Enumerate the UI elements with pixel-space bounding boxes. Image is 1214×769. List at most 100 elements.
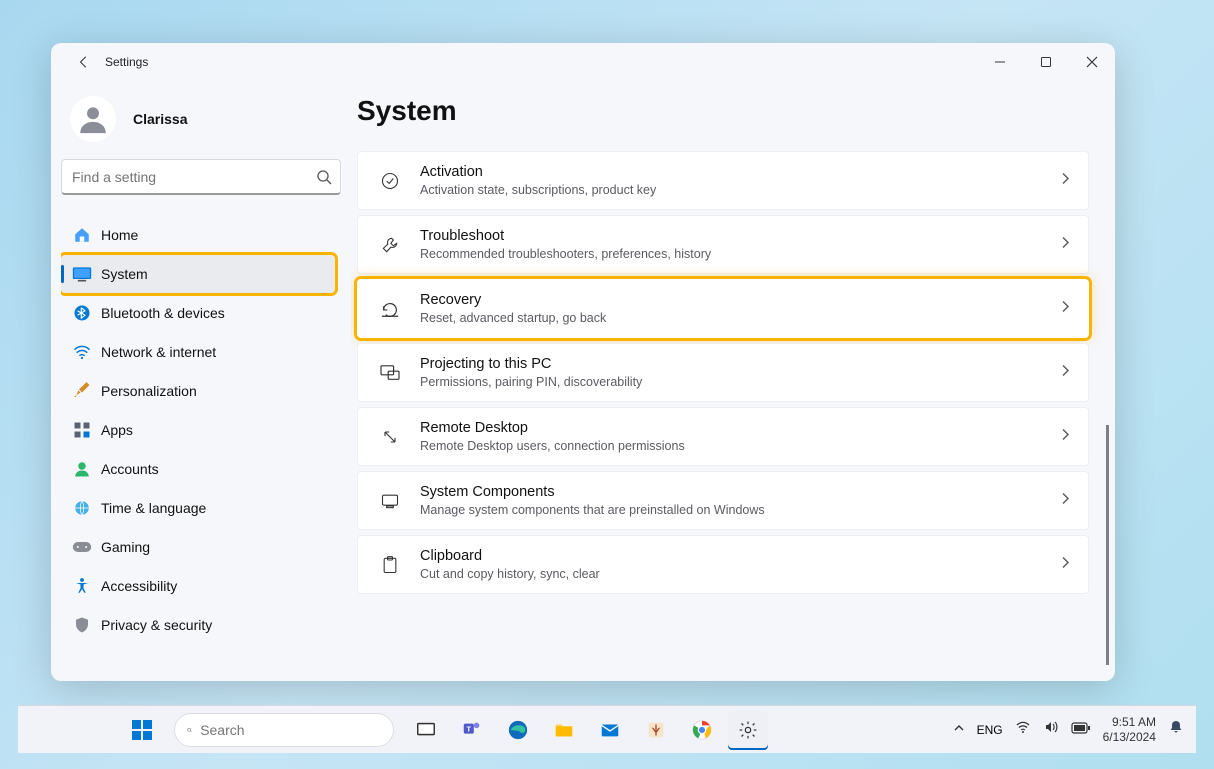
settings-list: Activation Activation state, subscription… (357, 151, 1089, 594)
mail-icon[interactable] (590, 710, 630, 750)
chevron-right-icon (1060, 491, 1070, 510)
sidebar-item-accounts[interactable]: Accounts (61, 450, 335, 488)
nav-list: Home System Bluetooth & devices Network & i… (61, 215, 341, 671)
chevron-right-icon (1060, 427, 1070, 446)
recovery-icon (378, 297, 402, 321)
minimize-button[interactable] (977, 43, 1023, 81)
chevron-right-icon (1060, 555, 1070, 574)
bluetooth-icon (67, 304, 97, 322)
search-icon (316, 169, 332, 185)
sidebar-item-apps[interactable]: Apps (61, 411, 335, 449)
search-input[interactable] (72, 169, 316, 185)
svg-text:T: T (467, 724, 472, 733)
wifi-icon[interactable] (1015, 719, 1031, 740)
sidebar-item-system[interactable]: System (61, 255, 335, 293)
setting-item-subtitle: Reset, advanced startup, go back (420, 311, 1042, 325)
user-name: Clarissa (133, 111, 187, 127)
content-scrollbar-thumb[interactable] (1106, 425, 1109, 665)
network-icon (67, 343, 97, 361)
system-components-icon (378, 489, 402, 513)
sidebar-item-home[interactable]: Home (61, 216, 335, 254)
setting-item-remote-desktop[interactable]: Remote Desktop Remote Desktop users, conn… (357, 407, 1089, 466)
troubleshoot-icon (378, 233, 402, 257)
chevron-right-icon (1060, 171, 1070, 190)
activation-icon (378, 169, 402, 193)
sidebar-item-accessibility[interactable]: Accessibility (61, 567, 335, 605)
page-title: System (357, 95, 1089, 127)
sidebar-item-label: Gaming (101, 539, 150, 555)
edge-icon[interactable] (498, 710, 538, 750)
profile-area[interactable]: Clarissa (61, 87, 341, 159)
teams-icon[interactable]: T (452, 710, 492, 750)
taskbar-search[interactable] (174, 713, 394, 747)
back-button[interactable] (69, 55, 99, 69)
system-icon (67, 266, 97, 282)
accessibility-icon (67, 577, 97, 595)
sidebar-item-label: Privacy & security (101, 617, 212, 633)
personalization-icon (67, 382, 97, 400)
gaming-icon (67, 540, 97, 554)
sidebar-item-label: Apps (101, 422, 133, 438)
avatar (69, 95, 117, 143)
sidebar-item-personalization[interactable]: Personalization (61, 372, 335, 410)
setting-item-subtitle: Activation state, subscriptions, product… (420, 183, 1042, 197)
setting-item-subtitle: Permissions, pairing PIN, discoverabilit… (420, 375, 1042, 389)
file-explorer-icon[interactable] (544, 710, 584, 750)
clock[interactable]: 9:51 AM 6/13/2024 (1103, 715, 1156, 744)
chevron-right-icon (1060, 363, 1070, 382)
chevron-right-icon (1060, 299, 1070, 318)
privacy-security-icon (67, 616, 97, 634)
task-view-icon[interactable] (406, 710, 446, 750)
taskbar: T ENG (18, 705, 1196, 753)
window-title: Settings (105, 55, 148, 69)
setting-item-recovery[interactable]: Recovery Reset, advanced startup, go back (357, 279, 1089, 338)
setting-item-title: Remote Desktop (420, 420, 1042, 436)
pinned-app-icon[interactable] (636, 710, 676, 750)
settings-taskbar-icon[interactable] (728, 710, 768, 750)
close-button[interactable] (1069, 43, 1115, 81)
setting-item-title: Activation (420, 164, 1042, 180)
search-icon (187, 722, 192, 738)
setting-item-subtitle: Recommended troubleshooters, preferences… (420, 247, 1042, 261)
sidebar-item-label: Home (101, 227, 138, 243)
chevron-right-icon (1060, 235, 1070, 254)
date: 6/13/2024 (1103, 730, 1156, 744)
setting-item-title: System Components (420, 484, 1042, 500)
start-button[interactable] (122, 710, 162, 750)
sidebar-item-label: Time & language (101, 500, 206, 516)
notifications-icon[interactable] (1168, 719, 1184, 740)
taskbar-search-input[interactable] (200, 722, 381, 738)
search-box[interactable] (61, 159, 341, 195)
setting-item-activation[interactable]: Activation Activation state, subscription… (357, 151, 1089, 210)
sidebar-item-label: System (101, 266, 148, 282)
sidebar-item-label: Network & internet (101, 344, 216, 360)
sidebar-item-bluetooth[interactable]: Bluetooth & devices (61, 294, 335, 332)
tray-chevron-icon[interactable] (953, 721, 965, 739)
clipboard-icon (378, 553, 402, 577)
sidebar-item-time-language[interactable]: Time & language (61, 489, 335, 527)
language-indicator[interactable]: ENG (977, 723, 1003, 737)
sidebar-item-privacy-security[interactable]: Privacy & security (61, 606, 335, 644)
setting-item-title: Troubleshoot (420, 228, 1042, 244)
setting-item-title: Projecting to this PC (420, 356, 1042, 372)
volume-icon[interactable] (1043, 719, 1059, 740)
setting-item-clipboard[interactable]: ClipboardCut and copy history, sync, cle… (357, 535, 1089, 594)
sidebar-item-label: Bluetooth & devices (101, 305, 225, 321)
setting-item-title: Clipboard (420, 548, 1042, 564)
settings-window: Settings Clarissa (51, 43, 1115, 681)
apps-icon (67, 421, 97, 439)
time-language-icon (67, 499, 97, 517)
sidebar-item-network[interactable]: Network & internet (61, 333, 335, 371)
setting-item-troubleshoot[interactable]: Troubleshoot Recommended troubleshooters,… (357, 215, 1089, 274)
sidebar-item-label: Personalization (101, 383, 197, 399)
projecting-icon (378, 361, 402, 385)
setting-item-projecting[interactable]: Projecting to this PC Permissions, pairin… (357, 343, 1089, 402)
setting-item-subtitle: Remote Desktop users, connection permiss… (420, 439, 1042, 453)
maximize-button[interactable] (1023, 43, 1069, 81)
sidebar-item-gaming[interactable]: Gaming (61, 528, 335, 566)
battery-icon[interactable] (1071, 721, 1091, 739)
setting-item-title: Recovery (420, 292, 1042, 308)
chrome-icon[interactable] (682, 710, 722, 750)
setting-item-subtitle: Manage system components that are preins… (420, 503, 1042, 517)
setting-item-system-components[interactable]: System Components Manage system component… (357, 471, 1089, 530)
